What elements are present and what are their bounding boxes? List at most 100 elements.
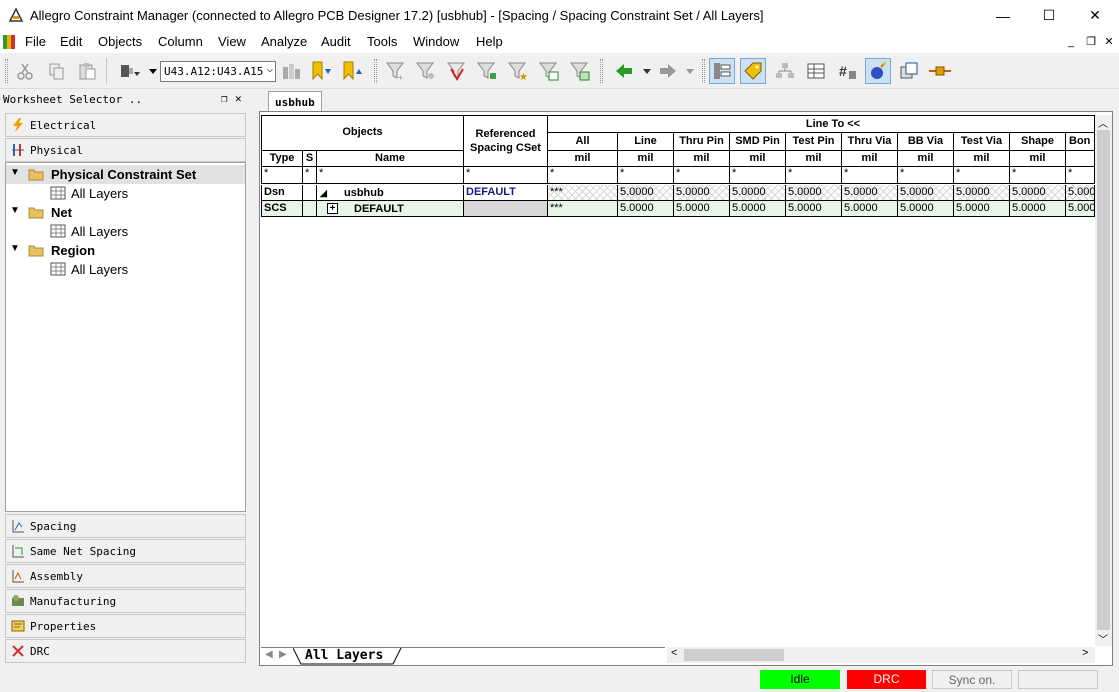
- line-to-group-header[interactable]: Line To <<: [548, 115, 1095, 133]
- worksheet-tab-drc[interactable]: DRC: [5, 639, 246, 663]
- tree-item-all-layers[interactable]: All Layers: [6, 222, 245, 241]
- toolbar-grip[interactable]: [5, 59, 8, 83]
- row-value-smd-pin[interactable]: 5.0000: [730, 185, 786, 201]
- scroll-right-icon[interactable]: >: [1082, 647, 1088, 659]
- analyze-button[interactable]: [865, 58, 891, 84]
- filter-cset[interactable]: *: [464, 167, 548, 184]
- forward-dropdown-button[interactable]: [677, 58, 703, 84]
- minimize-button[interactable]: —: [980, 0, 1026, 31]
- menu-analyze[interactable]: Analyze: [261, 34, 307, 49]
- paste-button[interactable]: [74, 58, 100, 84]
- filter-star-button[interactable]: ★: [505, 58, 531, 84]
- bookmark-down-button[interactable]: [308, 58, 334, 84]
- filter-s[interactable]: *: [303, 167, 317, 184]
- column-header-thru-pin[interactable]: Thru Pin: [674, 133, 730, 151]
- menu-edit[interactable]: Edit: [60, 34, 82, 49]
- column-header-line[interactable]: Line: [618, 133, 674, 151]
- scroll-left-icon[interactable]: <: [671, 647, 677, 659]
- worksheet-tab-manufacturing[interactable]: Manufacturing: [5, 589, 246, 613]
- toolbar-grip[interactable]: [374, 59, 377, 83]
- show-worksheet-button[interactable]: [278, 58, 304, 84]
- tree-item-all-layers[interactable]: All Layers: [6, 260, 245, 279]
- filter-button-4[interactable]: [474, 58, 500, 84]
- chevron-down-icon[interactable]: ⌵: [267, 64, 273, 75]
- select-objects-button[interactable]: [116, 58, 142, 84]
- menu-audit[interactable]: Audit: [321, 34, 351, 49]
- filter-test-pin[interactable]: *: [786, 167, 842, 184]
- row-cset[interactable]: [464, 201, 548, 217]
- status-sync[interactable]: Sync on.: [932, 670, 1012, 689]
- collapse-icon[interactable]: ◢: [320, 186, 327, 200]
- filter-smd-pin[interactable]: *: [730, 167, 786, 184]
- toolbar-grip[interactable]: [702, 59, 705, 83]
- tree-item-net[interactable]: ▼ Net: [6, 203, 245, 222]
- vertical-scroll-thumb[interactable]: [1097, 130, 1110, 630]
- hash-button[interactable]: #: [834, 58, 860, 84]
- row-value-thru-pin[interactable]: 5.0000: [674, 201, 730, 217]
- column-header-smd-pin[interactable]: SMD Pin: [730, 133, 786, 151]
- tag-view-button[interactable]: [740, 58, 766, 84]
- sheet-prev-icon[interactable]: ◀: [265, 649, 273, 660]
- tree-item-region[interactable]: ▼ Region: [6, 241, 245, 260]
- worksheet-tab-assembly[interactable]: Assembly: [5, 564, 246, 588]
- vertical-scrollbar[interactable]: ︿ ﹀: [1095, 115, 1112, 646]
- row-value-smd-pin[interactable]: 5.0000: [730, 201, 786, 217]
- filter-bb-via[interactable]: *: [898, 167, 954, 184]
- menu-window[interactable]: Window: [413, 34, 459, 49]
- worksheet-tab-properties[interactable]: Properties: [5, 614, 246, 638]
- column-header-test-via[interactable]: Test Via: [954, 133, 1010, 151]
- tree-item-physical-constraint-set[interactable]: ▼ Physical Constraint Set: [6, 165, 245, 184]
- row-all-value[interactable]: ***: [548, 185, 618, 201]
- copy-button[interactable]: [43, 58, 69, 84]
- worksheet-tab-electrical[interactable]: Electrical: [5, 113, 246, 137]
- hierarchy-button[interactable]: [772, 58, 798, 84]
- worksheet-tab-spacing[interactable]: Spacing: [5, 514, 246, 538]
- filter-red-button[interactable]: [444, 58, 470, 84]
- sheet-next-icon[interactable]: ▶: [279, 649, 287, 660]
- row-value-bb-via[interactable]: 5.0000: [898, 185, 954, 201]
- chevron-down-icon[interactable]: ▼: [10, 243, 20, 254]
- expand-icon[interactable]: +: [327, 203, 338, 214]
- windows-button[interactable]: [896, 58, 922, 84]
- scroll-up-icon[interactable]: ︿: [1098, 115, 1108, 130]
- close-button[interactable]: ✕: [1072, 0, 1118, 31]
- filter-test-via[interactable]: *: [954, 167, 1010, 184]
- filter-thru-pin[interactable]: *: [674, 167, 730, 184]
- row-value-shape[interactable]: 5.0000: [1010, 185, 1066, 201]
- horizontal-scroll-thumb[interactable]: [684, 649, 784, 661]
- filter-shape[interactable]: *: [1010, 167, 1066, 184]
- mdi-minimize-button[interactable]: _: [1063, 34, 1079, 50]
- row-value-thru-pin[interactable]: 5.0000: [674, 185, 730, 201]
- chevron-down-icon[interactable]: ▼: [10, 205, 20, 216]
- column-header-all[interactable]: All: [548, 133, 618, 151]
- status-drc[interactable]: DRC: [847, 670, 926, 689]
- row-all-value[interactable]: ***: [548, 201, 618, 217]
- column-header-thru-via[interactable]: Thru Via: [842, 133, 898, 151]
- row-value-test-pin[interactable]: 5.0000: [786, 201, 842, 217]
- filter-bond[interactable]: *: [1066, 167, 1095, 184]
- bookmark-up-button[interactable]: [339, 58, 365, 84]
- filter-name[interactable]: *: [317, 167, 464, 184]
- horizontal-scrollbar[interactable]: < >: [667, 647, 1095, 663]
- filter-grid-button[interactable]: [567, 58, 593, 84]
- filter-type[interactable]: *: [261, 167, 303, 184]
- mdi-close-button[interactable]: ✕: [1101, 34, 1117, 50]
- float-panel-icon[interactable]: ❐: [221, 92, 228, 105]
- filter-line[interactable]: *: [618, 167, 674, 184]
- filter-clear-button[interactable]: [413, 58, 439, 84]
- menu-view[interactable]: View: [218, 34, 246, 49]
- row-value-test-pin[interactable]: 5.0000: [786, 185, 842, 201]
- row-value-bb-via[interactable]: 5.0000: [898, 201, 954, 217]
- column-header-test-pin[interactable]: Test Pin: [786, 133, 842, 151]
- table-view-button[interactable]: [803, 58, 829, 84]
- row-value-bond[interactable]: 5.000: [1066, 201, 1095, 217]
- cut-button[interactable]: [12, 58, 38, 84]
- mdi-restore-button[interactable]: ❐: [1083, 34, 1099, 50]
- chevron-down-icon[interactable]: ▼: [10, 167, 20, 178]
- column-header-type[interactable]: Type: [261, 151, 303, 167]
- menu-column[interactable]: Column: [158, 34, 203, 49]
- row-value-thru-via[interactable]: 5.0000: [842, 201, 898, 217]
- row-value-thru-via[interactable]: 5.0000: [842, 185, 898, 201]
- column-header-bb-via[interactable]: BB Via: [898, 133, 954, 151]
- tree-item-all-layers[interactable]: All Layers: [6, 184, 245, 203]
